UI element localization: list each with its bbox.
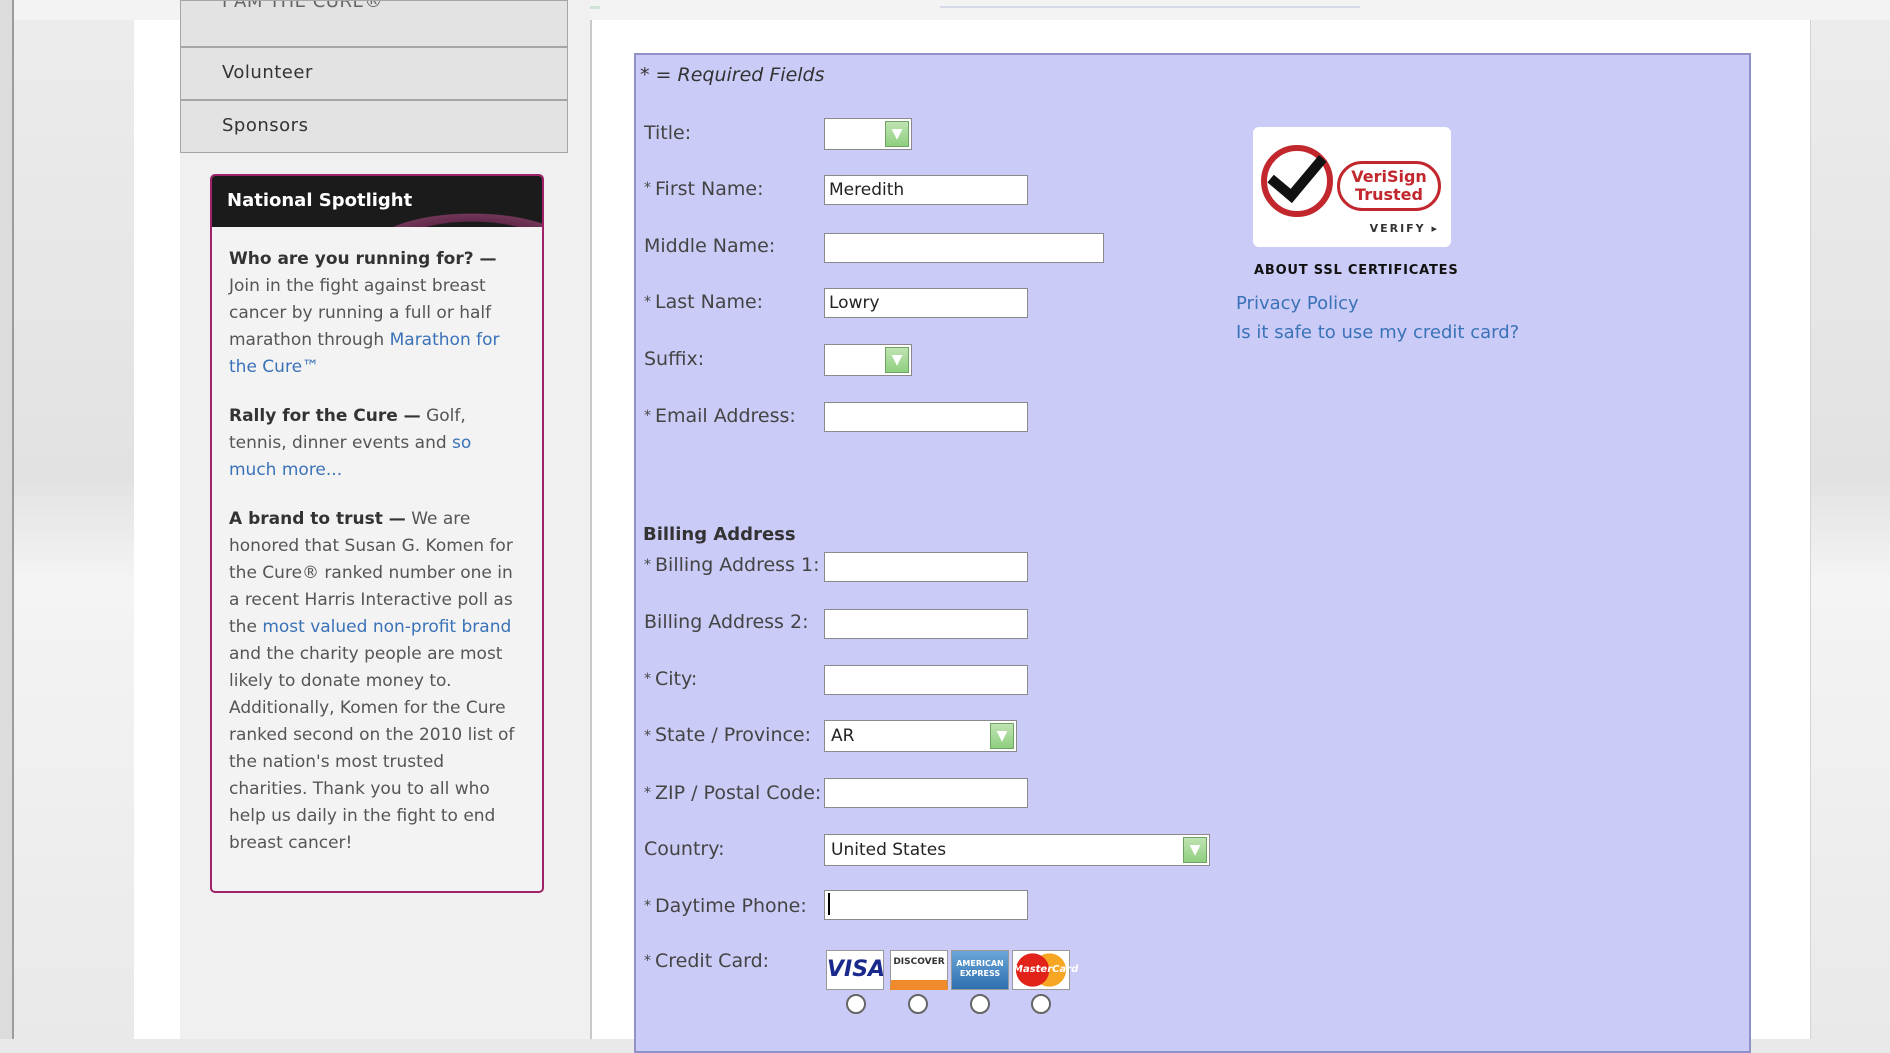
spotlight-lead: Who are you running for? — <box>229 249 497 269</box>
billing-address-1-label: Billing Address 1: <box>655 554 820 576</box>
ribbon-swoosh-graphic <box>372 176 542 227</box>
billing-address-1-field[interactable] <box>824 552 1028 582</box>
spotlight-body: Who are you running for? — Join in the f… <box>212 227 542 857</box>
nav-item-sponsors[interactable]: Sponsors <box>180 100 568 153</box>
visa-logo: VISA <box>826 950 885 990</box>
nav-item-label: Sponsors <box>222 115 309 136</box>
spotlight-header: National Spotlight <box>212 176 542 227</box>
spotlight-paragraph: A brand to trust — We are honored that S… <box>229 506 524 857</box>
trusted-text: Trusted <box>1355 185 1423 204</box>
top-divider-line <box>940 6 1360 8</box>
state-select[interactable]: AR ▼ <box>824 720 1017 752</box>
zip-label: ZIP / Postal Code: <box>655 782 822 804</box>
about-ssl-certificates-link[interactable]: ABOUT SSL CERTIFICATES <box>1254 263 1459 278</box>
required-star: * <box>644 953 651 969</box>
nav-item-volunteer[interactable]: Volunteer <box>180 47 568 100</box>
required-star: * <box>644 180 651 196</box>
city-field[interactable] <box>824 665 1028 695</box>
mastercard-logo: MasterCard <box>1012 950 1078 990</box>
title-label: Title: <box>644 122 692 144</box>
column-separator <box>590 20 592 1039</box>
discover-radio[interactable] <box>908 994 928 1014</box>
credit-card-safety-link[interactable]: Is it safe to use my credit card? <box>1236 322 1519 343</box>
first-name-label: First Name: <box>655 178 764 200</box>
text-caret <box>828 893 830 915</box>
middle-name-label: Middle Name: <box>644 235 776 257</box>
last-name-label: Last Name: <box>655 291 764 313</box>
spotlight-paragraph: Rally for the Cure — Golf, tennis, dinne… <box>229 403 524 484</box>
email-field[interactable] <box>824 402 1028 432</box>
country-select[interactable]: United States ▼ <box>824 834 1210 866</box>
american-express-radio[interactable] <box>970 994 990 1014</box>
last-name-field[interactable]: Lowry <box>824 288 1028 318</box>
window-left-edge <box>0 0 14 1039</box>
verisign-text: VeriSign <box>1351 167 1427 186</box>
state-label: State / Province: <box>655 724 812 746</box>
required-star: * <box>644 557 651 573</box>
required-star: * <box>644 671 651 687</box>
american-express-logo: AMERICAN EXPRESS <box>951 950 1009 990</box>
mastercard-radio[interactable] <box>1031 994 1051 1014</box>
privacy-policy-link[interactable]: Privacy Policy <box>1236 293 1359 314</box>
nav-item-label: I AM THE CURE® <box>222 0 383 12</box>
required-star: * <box>644 294 651 310</box>
middle-name-field[interactable] <box>824 233 1104 263</box>
required-star: * <box>644 898 651 914</box>
billing-address-2-label: Billing Address 2: <box>644 611 809 633</box>
required-star: * <box>644 728 651 744</box>
chevron-down-icon[interactable]: ▼ <box>885 121 909 147</box>
billing-address-2-field[interactable] <box>824 609 1028 639</box>
national-spotlight-box: National Spotlight Who are you running f… <box>210 174 544 893</box>
chevron-down-icon[interactable]: ▼ <box>885 347 909 373</box>
billing-address-heading: Billing Address <box>643 524 796 545</box>
daytime-phone-field[interactable] <box>824 890 1028 920</box>
required-star: * <box>644 408 651 424</box>
verify-text: VERIFY ▸ <box>1369 222 1439 235</box>
country-label: Country: <box>644 838 725 860</box>
credit-card-label: Credit Card: <box>655 950 770 972</box>
title-select[interactable]: ▼ <box>824 118 912 150</box>
nav-item-i-am-the-cure[interactable]: I AM THE CURE® <box>180 0 568 47</box>
suffix-label: Suffix: <box>644 348 705 370</box>
chevron-down-icon[interactable]: ▼ <box>1183 837 1207 863</box>
suffix-select[interactable]: ▼ <box>824 344 912 376</box>
verisign-seal[interactable]: VeriSign Trusted VERIFY ▸ <box>1253 127 1451 247</box>
page-gutter-right <box>1810 20 1890 1039</box>
required-fields-note: * = Required Fields <box>640 64 825 86</box>
verisign-badge: VeriSign Trusted <box>1337 161 1441 211</box>
most-valued-brand-link[interactable]: most valued non-profit brand <box>262 617 511 637</box>
visa-radio[interactable] <box>846 994 866 1014</box>
spotlight-paragraph: Who are you running for? — Join in the f… <box>229 246 524 381</box>
page-gutter-left <box>14 20 134 1039</box>
spotlight-text: and the charity people are most likely t… <box>229 644 515 853</box>
chevron-down-icon[interactable]: ▼ <box>990 723 1014 749</box>
daytime-phone-label: Daytime Phone: <box>655 895 807 917</box>
zip-field[interactable] <box>824 778 1028 808</box>
required-star: * <box>644 785 651 801</box>
city-label: City: <box>655 668 698 690</box>
first-name-field[interactable]: Meredith <box>824 175 1028 205</box>
email-label: Email Address: <box>655 405 796 427</box>
country-select-value: United States <box>831 840 947 860</box>
discover-logo: DISCOVER <box>890 950 948 990</box>
spotlight-lead: A brand to trust — <box>229 509 406 529</box>
nav-item-label: Volunteer <box>222 62 313 83</box>
state-select-value: AR <box>831 726 855 746</box>
checkmark-icon <box>1261 145 1333 217</box>
spotlight-lead: Rally for the Cure — <box>229 406 421 426</box>
